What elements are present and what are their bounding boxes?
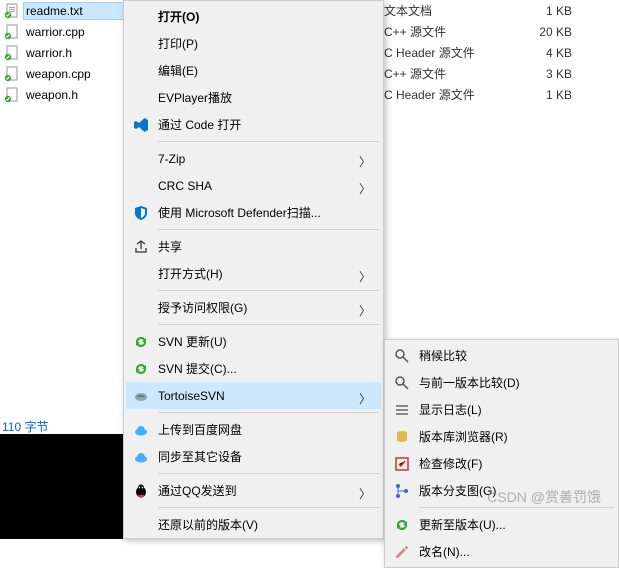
separator xyxy=(158,324,379,325)
menu-sync-devices[interactable]: 同步至其它设备 xyxy=(126,443,381,470)
svn-commit-icon xyxy=(132,360,150,378)
qq-icon xyxy=(132,482,150,500)
file-name: readme.txt xyxy=(24,3,124,19)
file-size: 3 KB xyxy=(524,67,584,81)
chevron-right-icon: 〉 xyxy=(359,180,371,197)
menu-diff-later[interactable]: 稍候比较 xyxy=(387,342,616,369)
separator xyxy=(158,229,379,230)
file-size: 20 KB xyxy=(524,25,584,39)
menu-baidu-upload[interactable]: 上传到百度网盘 xyxy=(126,416,381,443)
file-size: 1 KB xyxy=(524,88,584,102)
menu-rename[interactable]: 改名(N)... xyxy=(387,538,616,565)
chevron-right-icon: 〉 xyxy=(359,390,371,407)
menu-crc-sha[interactable]: CRC SHA〉 xyxy=(126,172,381,199)
separator xyxy=(158,507,379,508)
baidu-cloud-icon xyxy=(132,421,150,439)
file-icon xyxy=(4,3,20,19)
menu-restore-previous[interactable]: 还原以前的版本(V) xyxy=(126,511,381,538)
menu-revision-graph[interactable]: 版本分支图(G) xyxy=(387,477,616,504)
chevron-right-icon: 〉 xyxy=(359,153,371,170)
menu-svn-commit[interactable]: SVN 提交(C)... xyxy=(126,355,381,382)
menu-open-with[interactable]: 打开方式(H)〉 xyxy=(126,260,381,287)
menu-tortoisesvn[interactable]: TortoiseSVN 〉 xyxy=(126,382,381,409)
menu-repo-browser[interactable]: 版本库浏览器(R) xyxy=(387,423,616,450)
separator xyxy=(419,507,614,508)
status-bytes: 110 字节 xyxy=(2,418,48,435)
file-type: C++ 源文件 xyxy=(384,65,524,82)
menu-show-log[interactable]: 显示日志(L) xyxy=(387,396,616,423)
file-name: warrior.cpp xyxy=(24,24,124,40)
rev-graph-icon xyxy=(393,482,411,500)
menu-print[interactable]: 打印(P) xyxy=(126,30,381,57)
separator xyxy=(158,290,379,291)
file-icon xyxy=(4,24,20,40)
separator xyxy=(158,412,379,413)
chevron-right-icon: 〉 xyxy=(359,268,371,285)
update-rev-icon xyxy=(393,516,411,534)
file-type: 文本文档 xyxy=(384,2,524,19)
separator xyxy=(158,473,379,474)
diff-prev-icon xyxy=(393,374,411,392)
menu-diff-prev[interactable]: 与前一版本比较(D) xyxy=(387,369,616,396)
file-icon xyxy=(4,66,20,82)
menu-defender-scan[interactable]: 使用 Microsoft Defender扫描... xyxy=(126,199,381,226)
menu-svn-update[interactable]: SVN 更新(U) xyxy=(126,328,381,355)
file-name: weapon.cpp xyxy=(24,66,124,82)
file-size: 4 KB xyxy=(524,46,584,60)
diff-icon xyxy=(393,347,411,365)
vscode-icon xyxy=(132,116,150,134)
shield-icon xyxy=(132,204,150,222)
menu-open[interactable]: 打开(O) xyxy=(126,3,381,30)
tortoisesvn-submenu: 稍候比较 与前一版本比较(D) 显示日志(L) 版本库浏览器(R) 检查修改(F… xyxy=(384,339,619,568)
menu-open-with-code[interactable]: 通过 Code 打开 xyxy=(126,111,381,138)
menu-evplayer[interactable]: EVPlayer播放 xyxy=(126,84,381,111)
file-name: warrior.h xyxy=(24,45,124,61)
file-type: C++ 源文件 xyxy=(384,23,524,40)
menu-check-mods[interactable]: 检查修改(F) xyxy=(387,450,616,477)
file-name: weapon.h xyxy=(24,87,124,103)
menu-share[interactable]: 共享 xyxy=(126,233,381,260)
tortoise-icon xyxy=(132,387,150,405)
check-mods-icon xyxy=(393,455,411,473)
menu-update-to-rev[interactable]: 更新至版本(U)... xyxy=(387,511,616,538)
file-size: 1 KB xyxy=(524,4,584,18)
preview-pane xyxy=(0,434,123,539)
svn-update-icon xyxy=(132,333,150,351)
file-type: C Header 源文件 xyxy=(384,44,524,61)
file-icon xyxy=(4,45,20,61)
chevron-right-icon: 〉 xyxy=(359,302,371,319)
file-icon xyxy=(4,87,20,103)
share-icon xyxy=(132,238,150,256)
chevron-right-icon: 〉 xyxy=(359,485,371,502)
repo-browser-icon xyxy=(393,428,411,446)
menu-edit[interactable]: 编辑(E) xyxy=(126,57,381,84)
menu-7zip[interactable]: 7-Zip〉 xyxy=(126,145,381,172)
context-menu: 打开(O) 打印(P) 编辑(E) EVPlayer播放 通过 Code 打开 … xyxy=(123,0,384,539)
baidu-sync-icon xyxy=(132,448,150,466)
log-icon xyxy=(393,401,411,419)
menu-qq-send[interactable]: 通过QQ发送到 〉 xyxy=(126,477,381,504)
file-type: C Header 源文件 xyxy=(384,86,524,103)
menu-grant-access[interactable]: 授予访问权限(G)〉 xyxy=(126,294,381,321)
separator xyxy=(158,141,379,142)
rename-icon xyxy=(393,543,411,561)
